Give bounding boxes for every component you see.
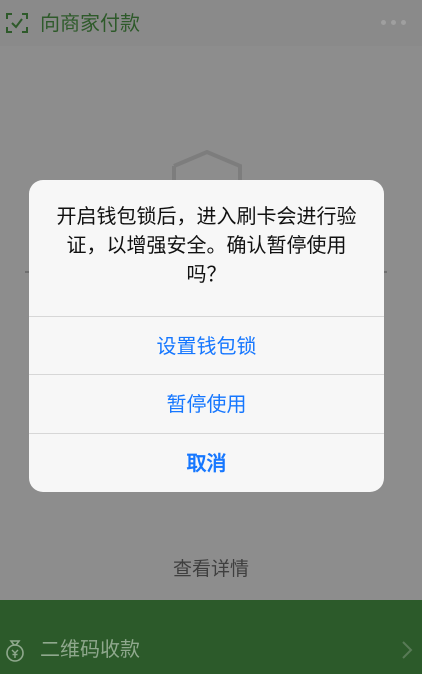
- pause-use-button[interactable]: 暂停使用: [29, 374, 384, 432]
- confirm-dialog: 开启钱包锁后，进入刷卡会进行验证，以增强安全。确认暂停使用吗？ 设置钱包锁 暂停…: [29, 180, 384, 492]
- cancel-button[interactable]: 取消: [29, 433, 384, 491]
- dialog-message: 开启钱包锁后，进入刷卡会进行验证，以增强安全。确认暂停使用吗？: [56, 204, 357, 286]
- set-wallet-lock-button[interactable]: 设置钱包锁: [29, 316, 384, 374]
